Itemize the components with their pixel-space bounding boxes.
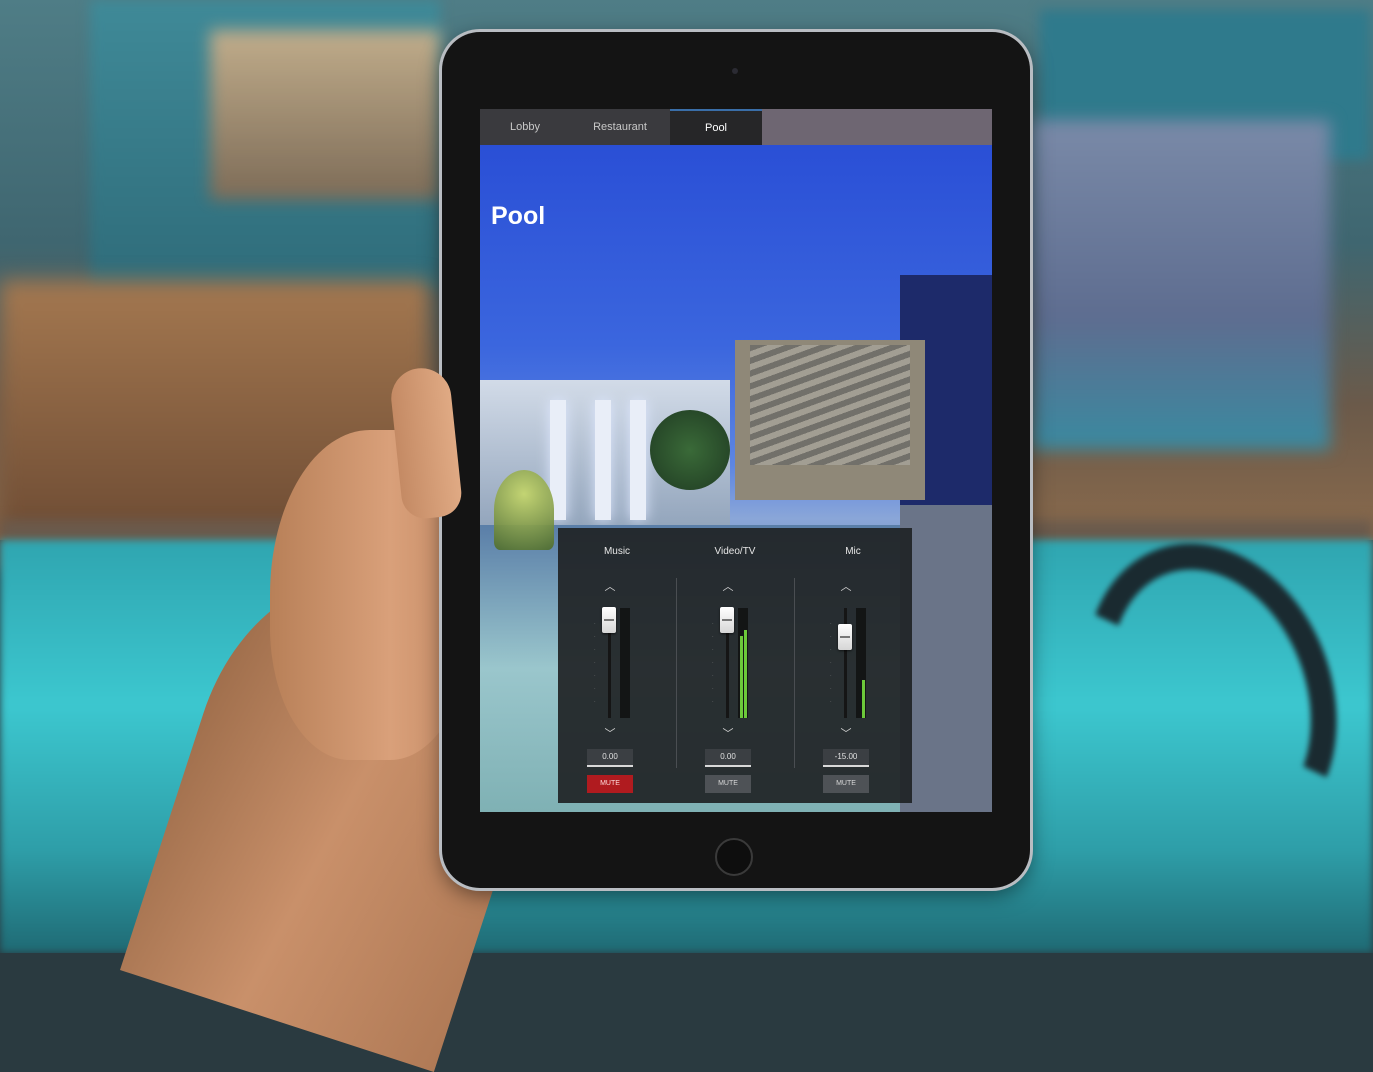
channel-video-tv: Video/TV ︿ · · · · · · · ﹀ 0.00 MUTE [676,528,794,803]
tab-bar: Lobby Restaurant Pool [480,109,992,145]
page-title: Pool [491,202,546,230]
mute-button[interactable]: MUTE [823,775,869,793]
gain-value-field[interactable]: 0.00 [587,749,633,767]
chevron-up-icon[interactable]: ︿ [604,581,616,593]
meter-bar-right [862,679,865,718]
channel-label: Video/TV [714,546,756,557]
chevron-up-icon[interactable]: ︿ [722,581,734,593]
home-button[interactable] [715,838,753,876]
pool-scene-image: Pool Music ︿ · · · · · · · ﹀ 0.00 MUTE V… [480,145,992,812]
channel-label: Music [603,546,631,557]
chevron-up-icon[interactable]: ︿ [840,581,852,593]
fader-scale: · · · · · · · [830,621,832,705]
fader-knob[interactable] [602,606,616,633]
chevron-down-icon[interactable]: ﹀ [840,728,852,740]
fader-scale: · · · · · · · [594,621,596,705]
chevron-down-icon[interactable]: ﹀ [722,728,734,740]
app-screen: Lobby Restaurant Pool Pool Music ︿ · · ·… [480,109,992,812]
channel-music: Music ︿ · · · · · · · ﹀ 0.00 MUTE [558,528,676,803]
fader-knob[interactable] [720,606,734,633]
tab-lobby[interactable]: Lobby [480,109,570,145]
camera-icon [732,68,738,74]
audio-mixer-panel: Music ︿ ······· ﹀ 0.00 MUTE Video/ [558,528,912,803]
channel-label: Mic [845,546,861,557]
gain-value-field[interactable]: 0.00 [705,749,751,767]
tablet-device: Lobby Restaurant Pool Pool Music ︿ · · ·… [442,32,1030,888]
tab-pool[interactable]: Pool [670,109,762,145]
meter-bar-right [744,630,747,718]
channel-mic: Mic ︿ · · · · · · · ﹀ -15.00 MUTE [794,528,912,803]
tab-restaurant[interactable]: Restaurant [570,109,670,145]
gain-value-field[interactable]: -15.00 [823,749,869,767]
level-meter [738,608,748,718]
level-meter [620,608,630,718]
level-meter [856,608,866,718]
fader-scale: · · · · · · · [712,621,714,705]
meter-bar-left [740,635,743,718]
chevron-down-icon[interactable]: ﹀ [604,728,616,740]
mute-button[interactable]: MUTE [587,775,633,793]
mute-button[interactable]: MUTE [705,775,751,793]
fader-knob[interactable] [838,623,852,650]
